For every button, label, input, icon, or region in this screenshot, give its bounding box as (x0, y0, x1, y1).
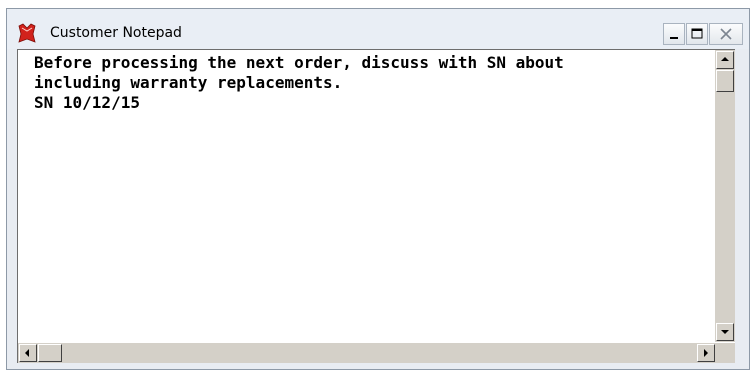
window-title: Customer Notepad (50, 25, 182, 41)
arrow-right-icon (704, 349, 708, 357)
scrollbar-corner (715, 343, 735, 363)
close-icon (720, 28, 732, 40)
close-button[interactable] (709, 23, 743, 45)
horizontal-scroll-thumb[interactable] (38, 344, 62, 362)
arrow-left-icon (25, 349, 29, 357)
maximize-button[interactable] (686, 23, 708, 45)
minimize-button[interactable] (663, 23, 685, 45)
notepad-app-icon (18, 23, 36, 43)
note-line: Before processing the next order, discus… (34, 53, 564, 72)
customer-notepad-window: Customer Notepad Before processing the n… (6, 8, 750, 370)
horizontal-scrollbar[interactable] (18, 343, 716, 363)
note-line: including warranty replacements. (34, 73, 343, 92)
notepad-content: Before processing the next order, discus… (17, 49, 735, 363)
scroll-down-button[interactable] (716, 323, 734, 341)
minimize-icon (670, 37, 678, 39)
notepad-text-area[interactable]: Before processing the next order, discus… (18, 50, 716, 342)
vertical-scroll-thumb[interactable] (716, 70, 734, 92)
maximize-icon (691, 28, 703, 39)
scroll-right-button[interactable] (697, 344, 715, 362)
arrow-up-icon (721, 57, 729, 61)
arrow-down-icon (721, 330, 729, 334)
scroll-left-button[interactable] (19, 344, 37, 362)
vertical-scrollbar[interactable] (715, 50, 735, 342)
title-bar[interactable]: Customer Notepad (7, 9, 749, 49)
scroll-up-button[interactable] (716, 51, 734, 69)
note-line: SN 10/12/15 (34, 93, 140, 112)
